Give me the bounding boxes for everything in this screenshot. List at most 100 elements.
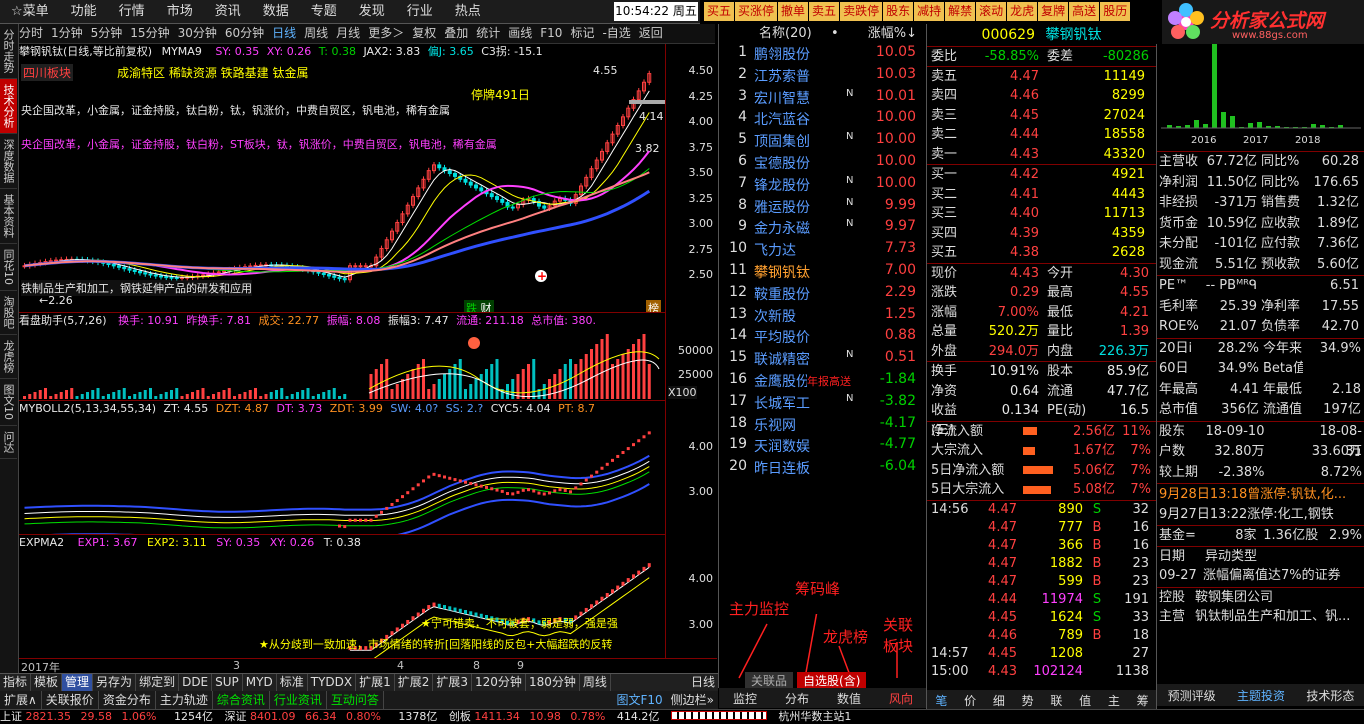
period-9[interactable]: 更多＞ [368, 24, 404, 43]
quick-button-7[interactable]: 解禁 [945, 2, 976, 21]
menu-item-0[interactable]: ☆菜单 [11, 0, 49, 23]
list-item[interactable]: 8 雅运股份 N 9.99 [719, 197, 926, 219]
vtab-0[interactable]: 分时走势 [0, 24, 17, 79]
indicator-tab-12[interactable]: 扩展3 [433, 674, 473, 691]
indicator-tab-7[interactable]: MYD [243, 674, 277, 691]
quote-tab-6[interactable]: 主 [1100, 692, 1129, 709]
sell-level[interactable]: 卖四 4.46 8299 [927, 86, 1156, 106]
tab-wind[interactable]: 风向 [889, 690, 913, 707]
tab-distribution[interactable]: 分布 [785, 690, 809, 707]
indicator-tab-5[interactable]: DDE [179, 674, 213, 691]
indicator-tab-14[interactable]: 180分钟 [526, 674, 580, 691]
period-14[interactable]: F10 [540, 24, 562, 43]
list-item[interactable]: 20 昨日连板 -6.04 [719, 458, 926, 480]
vtab-1[interactable]: 技术分析 [0, 79, 17, 134]
news-2[interactable]: 9月27日13:22涨停:化工,钢铁 [1157, 505, 1364, 525]
quick-button-1[interactable]: 买涨停 [735, 2, 778, 21]
sell-level[interactable]: 卖三 4.45 27024 [927, 106, 1156, 126]
indicator-tab-6[interactable]: SUP [212, 674, 243, 691]
tab-theme[interactable]: 主题投资 [1237, 687, 1285, 704]
indicator-tab-right[interactable]: 日线 [688, 674, 718, 691]
quick-button-3[interactable]: 卖五 [809, 2, 840, 21]
period-10[interactable]: 复权 [412, 24, 436, 43]
info-tab-5[interactable]: 行业资讯 [270, 691, 327, 709]
indicator-tab-9[interactable]: TYDDX [308, 674, 357, 691]
sell-level[interactable]: 卖二 4.44 18558 [927, 125, 1156, 145]
buy-level[interactable]: 买四 4.39 4359 [927, 224, 1156, 244]
list-item[interactable]: 15 联诚精密 N 0.51 [719, 349, 926, 371]
quick-button-11[interactable]: 高送 [1069, 2, 1100, 21]
list-item[interactable]: 3 宏川智慧 N 10.01 [719, 88, 926, 110]
list-item[interactable]: 2 江苏索普 10.03 [719, 66, 926, 88]
quick-button-10[interactable]: 复牌 [1038, 2, 1069, 21]
menu-item-7[interactable]: 发现 [359, 0, 385, 23]
quick-button-8[interactable]: 滚动 [976, 2, 1007, 21]
buy-level[interactable]: 买一 4.42 4921 [927, 165, 1156, 185]
news-1[interactable]: 9月28日13:18曾涨停:钒钛,化... [1157, 483, 1364, 505]
info-tab-2[interactable]: 资金分布 [99, 691, 156, 709]
menu-item-1[interactable]: 功能 [71, 0, 97, 23]
period-3[interactable]: 15分钟 [130, 24, 169, 43]
tab-forecast[interactable]: 预测评级 [1168, 687, 1216, 704]
period-5[interactable]: 60分钟 [225, 24, 264, 43]
indicator-tab-11[interactable]: 扩展2 [395, 674, 434, 691]
list-item[interactable]: 7 锋龙股份 N 10.00 [719, 175, 926, 197]
quote-tab-3[interactable]: 势 [1013, 692, 1042, 709]
period-0[interactable]: 分时 [19, 24, 43, 43]
quote-tab-7[interactable]: 筹 [1128, 692, 1157, 709]
buy-level[interactable]: 买二 4.41 4443 [927, 185, 1156, 205]
list-header-name[interactable]: 名称(20) [759, 24, 831, 44]
list-item[interactable]: 14 平均股价 0.88 [719, 327, 926, 349]
event-row[interactable]: 09-27 涨幅偏离值达7%的证券 [1157, 566, 1364, 587]
buy-level[interactable]: 买五 4.38 2628 [927, 243, 1156, 263]
period-17[interactable]: 返回 [639, 24, 663, 43]
list-item[interactable]: 13 次新股 1.25 [719, 306, 926, 328]
quick-button-9[interactable]: 龙虎 [1007, 2, 1038, 21]
menu-item-2[interactable]: 行情 [119, 0, 145, 23]
list-item[interactable]: 6 宝德股份 10.00 [719, 153, 926, 175]
sell-level[interactable]: 卖五 4.47 11149 [927, 67, 1156, 87]
quick-button-4[interactable]: 卖跌停 [840, 2, 883, 21]
quick-button-12[interactable]: 股历 [1100, 2, 1131, 21]
list-item[interactable]: 17 长城军工 N -3.82 [719, 393, 926, 415]
quick-button-5[interactable]: 股东 [883, 2, 914, 21]
info-tab-4[interactable]: 综合资讯 [213, 691, 270, 709]
period-4[interactable]: 30分钟 [178, 24, 217, 43]
tab-watchlist[interactable]: 自选股(含) [797, 672, 867, 689]
list-item[interactable]: 12 鞍重股份 2.29 [719, 284, 926, 306]
info-tab-3[interactable]: 主力轨迹 [156, 691, 213, 709]
kline-panel[interactable]: 攀钢钒钛(日线,等比前复权) MYMA9 SY: 0.35 XY: 0.26 T… [19, 44, 665, 316]
indicator-tab-13[interactable]: 120分钟 [472, 674, 526, 691]
quote-tab-2[interactable]: 细 [985, 692, 1014, 709]
period-11[interactable]: 叠加 [444, 24, 468, 43]
indicator-tab-8[interactable]: 标准 [277, 674, 308, 691]
server-name[interactable]: 杭州华数主站1 [778, 710, 851, 723]
menu-item-5[interactable]: 数据 [263, 0, 289, 23]
quote-tab-5[interactable]: 值 [1071, 692, 1100, 709]
vtab-5[interactable]: 淘股吧 [0, 291, 17, 335]
quote-tab-0[interactable]: 笔 [927, 692, 956, 709]
vtab-4[interactable]: 同花10 [0, 244, 17, 291]
info-tab-0[interactable]: 扩展∧ [0, 691, 42, 709]
indicator-tab-4[interactable]: 绑定到 [136, 674, 180, 691]
menu-item-6[interactable]: 专题 [311, 0, 337, 23]
info-tab-6[interactable]: 互动问答 [327, 691, 384, 709]
sidebar-toggle[interactable]: 侧边栏» [667, 691, 718, 709]
indicator-tab-3[interactable]: 另存为 [93, 674, 137, 691]
list-header-chg[interactable]: 涨幅%↓ [855, 24, 917, 44]
list-item[interactable]: 19 天润数娱 -4.77 [719, 436, 926, 458]
vtab-3[interactable]: 基本资料 [0, 189, 17, 244]
volume-panel[interactable]: 看盘助手(5,7,26) 换手: 10.91 昨换手: 7.81 成交: 22.… [19, 312, 665, 400]
menu-item-4[interactable]: 资讯 [215, 0, 241, 23]
tab-monitor[interactable]: 监控 [733, 690, 757, 707]
info-tab-1[interactable]: 关联报价 [42, 691, 99, 709]
boll-panel[interactable]: MYBOLL2(5,13,34,55,34) ZT: 4.55 DZT: 4.8… [19, 400, 665, 535]
quick-button-6[interactable]: 减持 [914, 2, 945, 21]
indicator-tab-2[interactable]: 管理 [62, 674, 94, 691]
indicator-tab-10[interactable]: 扩展1 [356, 674, 395, 691]
list-item[interactable]: 5 顶固集创 N 10.00 [719, 131, 926, 153]
period-12[interactable]: 统计 [476, 24, 500, 43]
tab-related[interactable]: 关联品 [745, 672, 794, 689]
menu-item-8[interactable]: 行业 [407, 0, 433, 23]
list-item[interactable]: 4 北汽蓝谷 10.00 [719, 109, 926, 131]
